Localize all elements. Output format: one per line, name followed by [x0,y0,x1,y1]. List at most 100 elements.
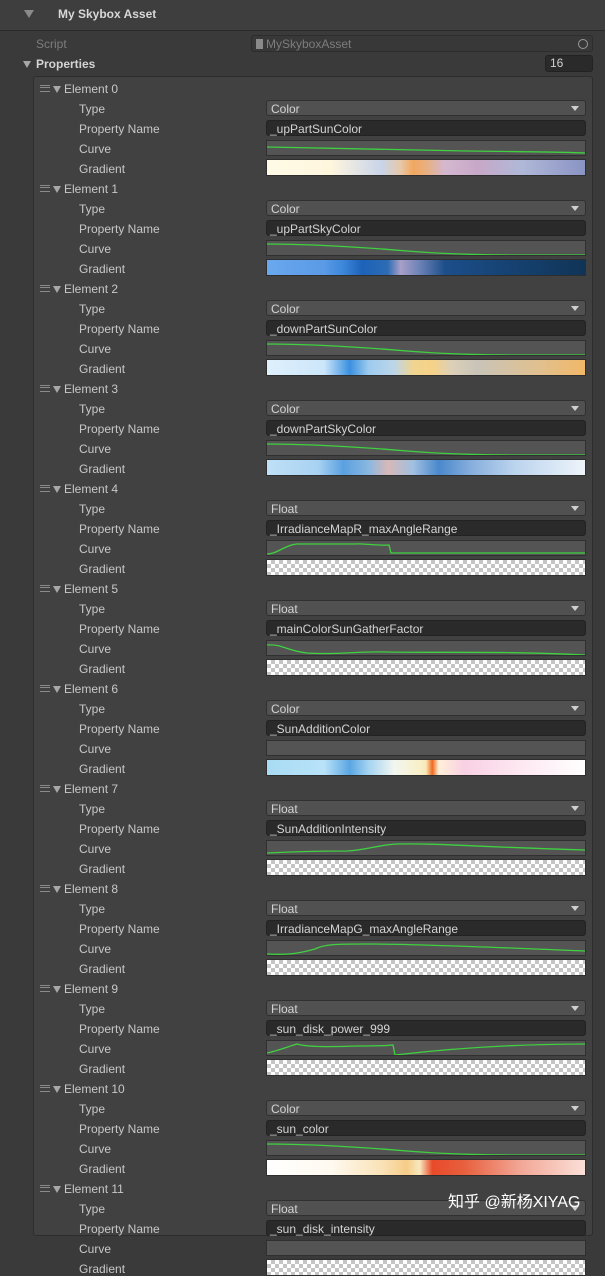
type-label: Type [79,302,106,316]
property-name-input[interactable]: _sun_disk_power_999 [266,1020,586,1036]
property-name-input[interactable]: _IrradianceMapG_maxAngleRange [266,920,586,936]
curve-field[interactable] [266,540,586,556]
type-dropdown[interactable]: Float [266,500,586,516]
element-foldout-arrow-icon[interactable] [53,886,61,893]
gradient-field[interactable] [266,1259,586,1276]
curve-field[interactable] [266,240,586,256]
type-dropdown[interactable]: Float [266,900,586,916]
drag-handle-icon[interactable] [40,885,50,892]
drag-handle-icon[interactable] [40,285,50,292]
property-name-input[interactable]: _upPartSkyColor [266,220,586,236]
gradient-field[interactable] [266,1059,586,1076]
curve-field[interactable] [266,1040,586,1056]
property-name-input[interactable]: _sun_color [266,1120,586,1136]
gradient-field[interactable] [266,959,586,976]
element-foldout-arrow-icon[interactable] [53,686,61,693]
curve-field[interactable] [266,740,586,756]
type-value: Color [271,302,300,316]
drag-handle-icon[interactable] [40,685,50,692]
property-name-input[interactable]: _mainColorSunGatherFactor [266,620,586,636]
type-dropdown[interactable]: Color [266,700,586,716]
gradient-field[interactable] [266,459,586,476]
drag-handle-icon[interactable] [40,485,50,492]
properties-label[interactable]: Properties [36,57,95,71]
type-label: Type [79,202,106,216]
type-dropdown[interactable]: Float [266,1000,586,1016]
element-foldout-arrow-icon[interactable] [53,286,61,293]
type-dropdown[interactable]: Color [266,100,586,116]
type-dropdown[interactable]: Color [266,1100,586,1116]
curve-field[interactable] [266,940,586,956]
element-foldout-arrow-icon[interactable] [53,586,61,593]
collapse-arrow-icon[interactable] [24,10,34,18]
element-header[interactable]: Element 8 [64,882,118,896]
curve-label: Curve [79,942,112,956]
curve-field[interactable] [266,840,586,856]
gradient-field[interactable] [266,759,586,776]
property-name-input[interactable]: _upPartSunColor [266,120,586,136]
dropdown-arrow-icon [571,106,579,111]
type-label: Type [79,502,106,516]
element-foldout-arrow-icon[interactable] [53,1086,61,1093]
gradient-field[interactable] [266,1159,586,1176]
gradient-field[interactable] [266,559,586,576]
curve-field[interactable] [266,340,586,356]
drag-handle-icon[interactable] [40,185,50,192]
type-dropdown[interactable]: Color [266,400,586,416]
element-header[interactable]: Element 9 [64,982,118,996]
curve-label: Curve [79,842,112,856]
type-dropdown[interactable]: Color [266,200,586,216]
gradient-field[interactable] [266,659,586,676]
property-name-input[interactable]: _SunAdditionColor [266,720,586,736]
element-header[interactable]: Element 6 [64,682,118,696]
type-dropdown[interactable]: Float [266,800,586,816]
element-header[interactable]: Element 0 [64,82,118,96]
property-name-value: _SunAdditionIntensity [270,822,387,836]
element-header[interactable]: Element 11 [64,1182,124,1196]
gradient-field[interactable] [266,259,586,276]
curve-field[interactable] [266,140,586,156]
curve-field[interactable] [266,1240,586,1256]
element-foldout-arrow-icon[interactable] [53,186,61,193]
script-object-field[interactable]: MySkyboxAsset [251,35,593,52]
gradient-field[interactable] [266,859,586,876]
element-header[interactable]: Element 1 [64,182,118,196]
element-foldout-arrow-icon[interactable] [53,486,61,493]
property-name-input[interactable]: _IrradianceMapR_maxAngleRange [266,520,586,536]
property-name-input[interactable]: _downPartSkyColor [266,420,586,436]
element-header[interactable]: Element 4 [64,482,118,496]
element-foldout-arrow-icon[interactable] [53,986,61,993]
drag-handle-icon[interactable] [40,585,50,592]
element-header[interactable]: Element 10 [64,1082,125,1096]
inspector-header[interactable]: My Skybox Asset [0,0,605,31]
drag-handle-icon[interactable] [40,1085,50,1092]
curve-field[interactable] [266,1140,586,1156]
object-picker-icon[interactable] [578,39,588,49]
property-name-input[interactable]: _downPartSunColor [266,320,586,336]
element-header[interactable]: Element 2 [64,282,118,296]
drag-handle-icon[interactable] [40,1185,50,1192]
property-name-input[interactable]: _sun_disk_intensity [266,1220,586,1236]
element-header[interactable]: Element 3 [64,382,118,396]
element-header[interactable]: Element 7 [64,782,118,796]
gradient-label: Gradient [79,262,126,276]
property-name-input[interactable]: _SunAdditionIntensity [266,820,586,836]
curve-field[interactable] [266,640,586,656]
gradient-label: Gradient [79,462,126,476]
drag-handle-icon[interactable] [40,85,50,92]
drag-handle-icon[interactable] [40,385,50,392]
element-foldout-arrow-icon[interactable] [53,386,61,393]
array-size-field[interactable]: 16 [545,55,593,72]
element-foldout-arrow-icon[interactable] [53,86,61,93]
element-foldout-arrow-icon[interactable] [53,1186,61,1193]
gradient-field[interactable] [266,159,586,176]
properties-foldout-arrow-icon[interactable] [23,61,31,68]
gradient-field[interactable] [266,359,586,376]
drag-handle-icon[interactable] [40,985,50,992]
curve-field[interactable] [266,440,586,456]
type-dropdown[interactable]: Color [266,300,586,316]
element-header[interactable]: Element 5 [64,582,118,596]
drag-handle-icon[interactable] [40,785,50,792]
element-foldout-arrow-icon[interactable] [53,786,61,793]
type-dropdown[interactable]: Float [266,600,586,616]
